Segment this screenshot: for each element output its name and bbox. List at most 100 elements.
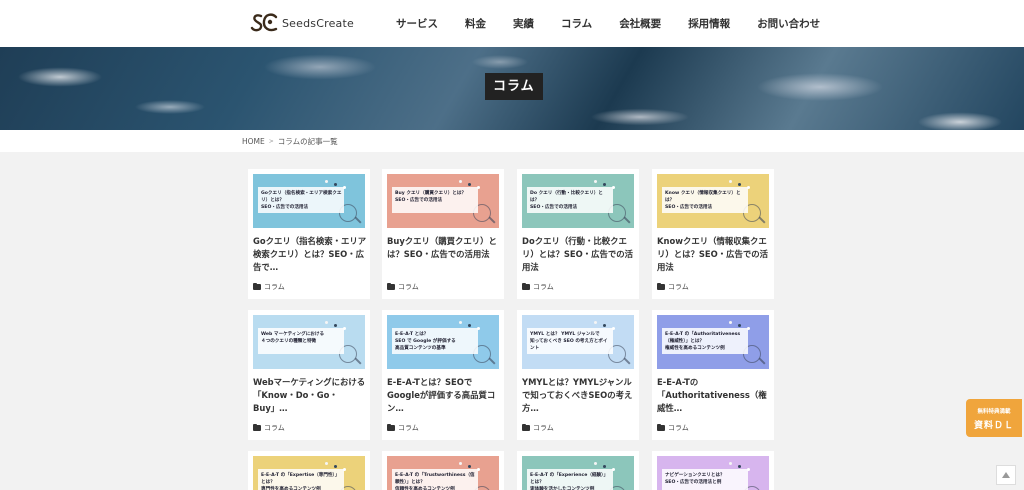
decor-dot [738,183,741,186]
article-thumbnail[interactable]: Do クエリ（行動・比較クエリ）とは？ SEO・広告での活用法 [522,174,634,228]
article-title[interactable]: Goクエリ（指名検索・エリア検索クエリ）とは？SEO・広告で… [253,235,367,274]
decor-dot [325,462,328,465]
thumbnail-caption: ナビゲーションクエリとは？ SEO・広告での活用法と例 [665,473,725,485]
decor-dot [603,324,606,327]
thumbnail-caption-box: E-E-A-T の「Trustworthiness（信頼性）」とは？ 信頼性を高… [392,469,478,490]
thumbnail-caption-box: ナビゲーションクエリとは？ SEO・広告での活用法と例 [662,469,748,490]
article-card[interactable]: E-E-A-T の「Authoritativeness（権威性）」とは？ 権威性… [652,310,774,440]
magnifier-handle [623,357,631,365]
article-category[interactable]: コラム [522,282,554,292]
article-card[interactable]: E-E-A-T の「Experience（経験）」とは？ 実体験を活かしたコンテ… [517,451,639,490]
nav-item-works[interactable]: 実績 [513,16,534,31]
thumbnail-caption: E-E-A-T の「Expertise（専門性）」とは？ 専門性を高めるコンテン… [261,473,340,490]
nav-item-pricing[interactable]: 料金 [465,16,486,31]
article-category[interactable]: コラム [253,423,285,433]
decor-dot [594,180,597,183]
cta-subtext: 無料特典満載 [977,409,1011,415]
thumbnail-caption-box: Know クエリ（情報収集クエリ）とは？ SEO・広告での活用法 [662,187,748,213]
thumbnail-caption-box: Do クエリ（行動・比較クエリ）とは？ SEO・広告での活用法 [527,187,613,213]
article-thumbnail[interactable]: Goクエリ（指名検索・エリア検索クエリ）とは？ SEO・広告での活用法 [253,174,365,228]
thumbnail-caption: E-E-A-T の「Trustworthiness（信頼性）」とは？ 信頼性を高… [395,473,475,490]
article-title[interactable]: E-E-A-Tとは？SEOでGoogleが評価する高品質コン… [387,376,501,415]
nav-item-service[interactable]: サービス [396,16,438,31]
site-logo[interactable]: SeedsCreate [250,11,354,35]
thumbnail-caption: YMYL とは？ YMYL ジャンルで 知っておくべき SEO の考え方とポイン… [530,332,608,351]
article-category[interactable]: コラム [522,423,554,433]
article-category[interactable]: コラム [253,282,285,292]
decor-dot [738,324,741,327]
article-thumbnail[interactable]: E-E-A-T の「Experience（経験）」とは？ 実体験を活かしたコンテ… [522,456,634,490]
site-header: SeedsCreate サービス 料金 実績 コラム 会社概要 採用情報 お問い… [0,0,1024,47]
nav-item-company[interactable]: 会社概要 [619,16,661,31]
scroll-top-icon[interactable] [996,465,1016,485]
thumbnail-caption: Goクエリ（指名検索・エリア検索クエリ）とは？ SEO・広告での活用法 [261,191,342,210]
decor-dot [729,321,732,324]
article-card[interactable]: E-E-A-T の「Expertise（専門性）」とは？ 専門性を高めるコンテン… [248,451,370,490]
article-thumbnail[interactable]: ナビゲーションクエリとは？ SEO・広告での活用法と例 [657,456,769,490]
article-title[interactable]: Knowクエリ（情報収集クエリ）とは？SEO・広告での活用法 [657,235,771,274]
nav-item-contact[interactable]: お問い合わせ [757,16,820,31]
article-title[interactable]: E-E-A-Tの「Authoritativeness（権威性… [657,376,771,415]
article-thumbnail[interactable]: E-E-A-T の「Authoritativeness（権威性）」とは？ 権威性… [657,315,769,369]
category-label: コラム [668,424,689,432]
breadcrumb-current: コラムの記事一覧 [277,136,338,146]
decor-dot [334,183,337,186]
thumbnail-caption: Do クエリ（行動・比較クエリ）とは？ SEO・広告での活用法 [530,191,603,210]
thumbnail-caption: E-E-A-T の「Experience（経験）」とは？ 実体験を活かしたコンテ… [530,473,609,490]
article-thumbnail[interactable]: Web マーケティングにおける ４つのクエリの種類と特徴 [253,315,365,369]
article-title[interactable]: Webマーケティングにおける「Know・Do・Go・Buy」… [253,376,367,415]
magnifier-handle [758,216,766,224]
decor-dot [729,180,732,183]
main-nav: サービス 料金 実績 コラム 会社概要 採用情報 お問い合わせ [396,0,820,47]
article-card[interactable]: Buy クエリ（購買クエリ）とは？ SEO・広告での活用法 Buyクエリ（購買クエ… [382,169,504,299]
category-label: コラム [264,283,285,291]
magnifier-handle [488,216,496,224]
article-category[interactable]: コラム [387,423,419,433]
article-card[interactable]: ナビゲーションクエリとは？ SEO・広告での活用法と例 [652,451,774,490]
article-thumbnail[interactable]: YMYL とは？ YMYL ジャンルで 知っておくべき SEO の考え方とポイン… [522,315,634,369]
article-category[interactable]: コラム [657,423,689,433]
folder-icon [657,282,665,290]
logo-text: SeedsCreate [282,16,354,30]
article-thumbnail[interactable]: E-E-A-T とは？ SEO で Google が評価する 高品質コンテンツの… [387,315,499,369]
article-thumbnail[interactable]: E-E-A-T の「Trustworthiness（信頼性）」とは？ 信頼性を高… [387,456,499,490]
category-label: コラム [264,424,285,432]
article-card[interactable]: YMYL とは？ YMYL ジャンルで 知っておくべき SEO の考え方とポイン… [517,310,639,440]
decor-dot [594,321,597,324]
article-card[interactable]: E-E-A-T の「Trustworthiness（信頼性）」とは？ 信頼性を高… [382,451,504,490]
thumbnail-caption-box: E-E-A-T の「Experience（経験）」とは？ 実体験を活かしたコンテ… [527,469,613,490]
article-card[interactable]: Do クエリ（行動・比較クエリ）とは？ SEO・広告での活用法 Doクエリ（行動・… [517,169,639,299]
article-thumbnail[interactable]: Know クエリ（情報収集クエリ）とは？ SEO・広告での活用法 [657,174,769,228]
decor-dot [325,321,328,324]
article-title[interactable]: Buyクエリ（購買クエリ）とは？SEO・広告での活用法 [387,235,501,261]
article-title[interactable]: YMYLとは？YMYLジャンルで知っておくべきSEOの考え方… [522,376,636,415]
article-category[interactable]: コラム [387,282,419,292]
decor-dot [603,183,606,186]
nav-item-recruit[interactable]: 採用情報 [688,16,730,31]
thumbnail-caption-box: E-E-A-T とは？ SEO で Google が評価する 高品質コンテンツの… [392,328,478,354]
document-download-button[interactable]: 無料特典満載 資料ＤＬ [966,399,1022,437]
decor-dot [459,321,462,324]
cta-label: 資料ＤＬ [973,421,1014,431]
nav-item-column[interactable]: コラム [561,16,592,31]
decor-dot [325,180,328,183]
breadcrumb-home[interactable]: HOME [242,137,265,146]
thumbnail-caption: Web マーケティングにおける ４つのクエリの種類と特徴 [261,332,325,344]
article-card[interactable]: Goクエリ（指名検索・エリア検索クエリ）とは？ SEO・広告での活用法 Goクエリ… [248,169,370,299]
article-thumbnail[interactable]: Buy クエリ（購買クエリ）とは？ SEO・広告での活用法 [387,174,499,228]
article-category[interactable]: コラム [657,282,689,292]
thumbnail-caption-box: E-E-A-T の「Authoritativeness（権威性）」とは？ 権威性… [662,328,748,354]
thumbnail-caption-box: E-E-A-T の「Expertise（専門性）」とは？ 専門性を高めるコンテン… [258,469,344,490]
article-card[interactable]: E-E-A-T とは？ SEO で Google が評価する 高品質コンテンツの… [382,310,504,440]
folder-icon [387,423,395,431]
thumbnail-caption: E-E-A-T の「Authoritativeness（権威性）」とは？ 権威性… [665,332,741,351]
decor-dot [459,462,462,465]
thumbnail-caption: Know クエリ（情報収集クエリ）とは？ SEO・広告での活用法 [665,191,741,210]
article-card[interactable]: Web マーケティングにおける ４つのクエリの種類と特徴 Webマーケティングにお… [248,310,370,440]
chevron-right-icon: > [268,137,274,145]
category-label: コラム [533,283,554,291]
article-card[interactable]: Know クエリ（情報収集クエリ）とは？ SEO・広告での活用法 Knowクエリ（… [652,169,774,299]
page-title: コラム [485,73,543,100]
article-title[interactable]: Doクエリ（行動・比較クエリ）とは？SEO・広告での活用法 [522,235,636,274]
article-thumbnail[interactable]: E-E-A-T の「Expertise（専門性）」とは？ 専門性を高めるコンテン… [253,456,365,490]
